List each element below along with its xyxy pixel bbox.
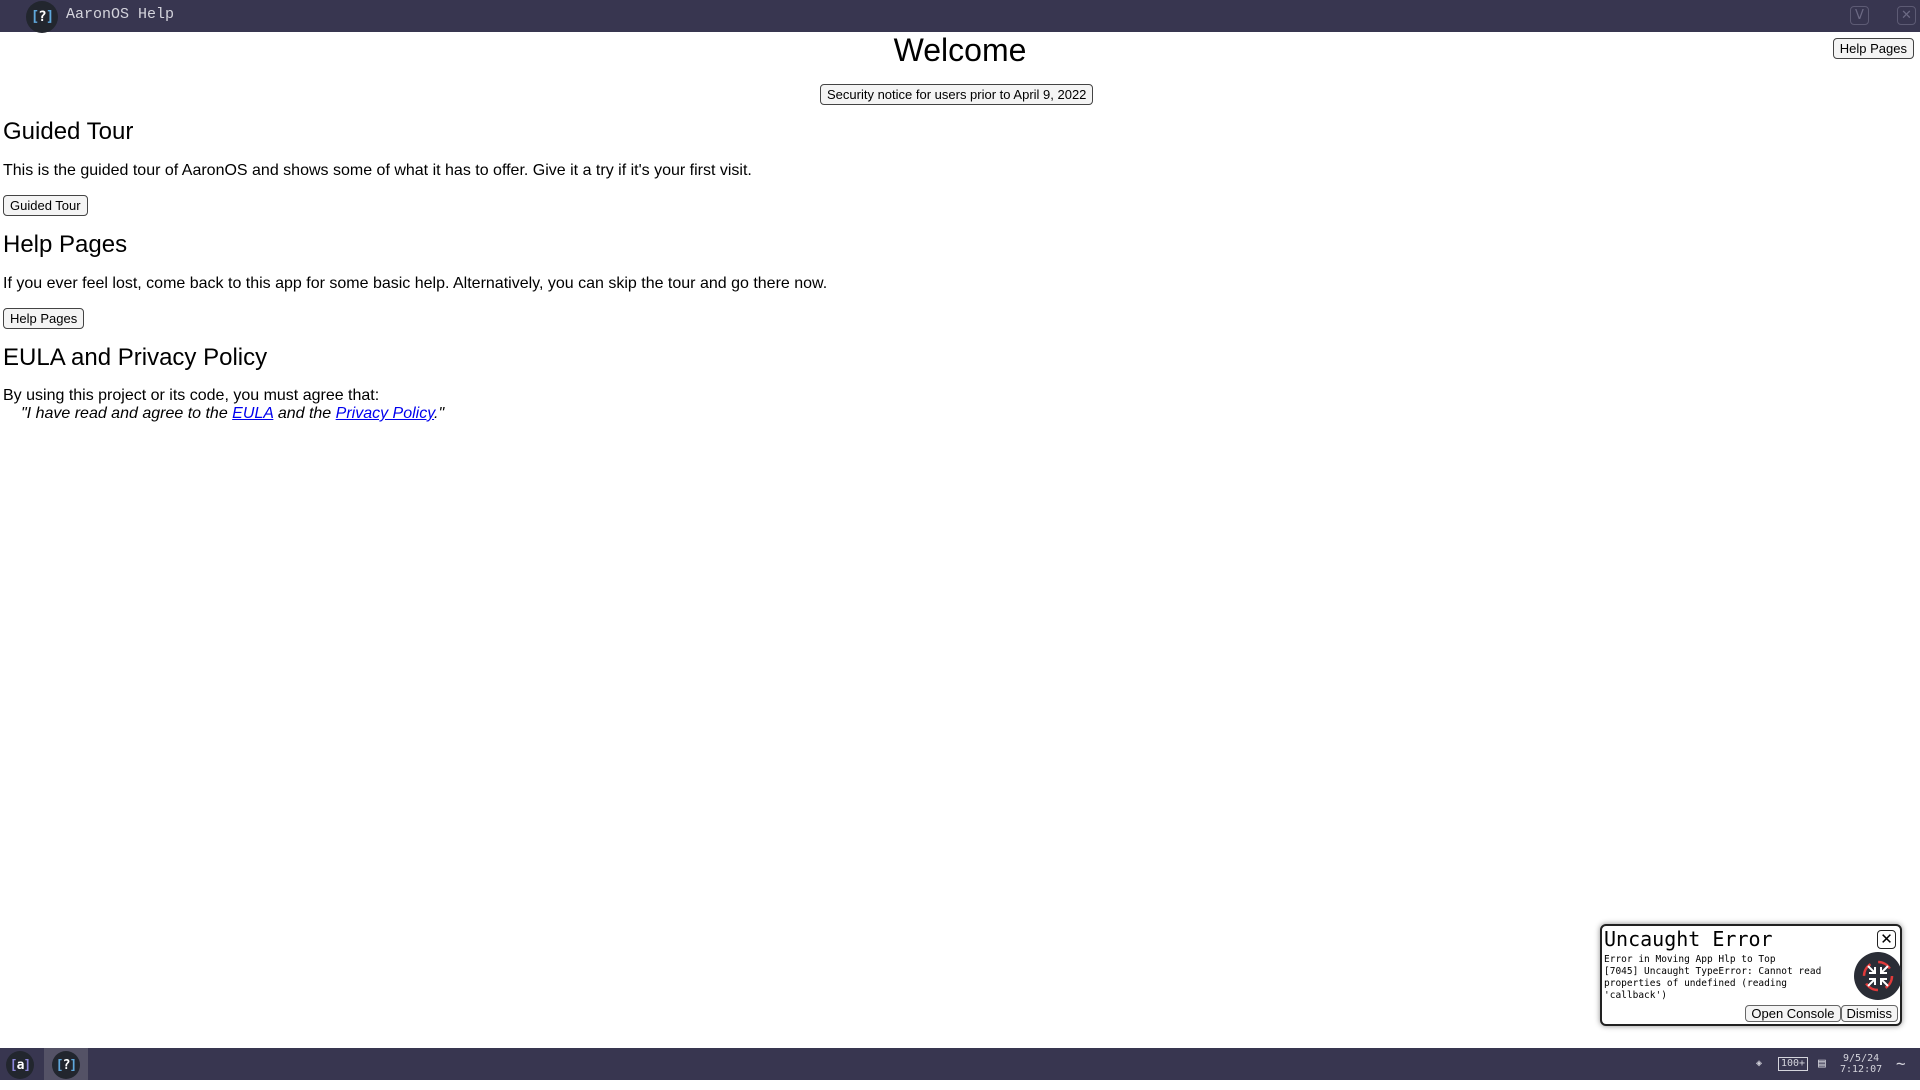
chevron-down-icon: V <box>1855 8 1864 23</box>
wifi-icon[interactable]: ◈ <box>1756 1058 1762 1090</box>
section-heading: Help Pages <box>3 231 128 258</box>
close-icon: ✕ <box>1880 930 1893 948</box>
clock[interactable]: 9/5/24 7:12:07 <box>1840 1053 1882 1085</box>
taskbar: [a] [?] ◈ 100+ ▤ 9/5/24 7:12:07 ~ <box>0 1048 1920 1080</box>
dashboard-button[interactable]: [a] <box>6 1051 34 1079</box>
close-notification-button[interactable]: ✕ <box>1877 930 1896 949</box>
close-icon: ✕ <box>1901 8 1912 23</box>
minimize-button[interactable]: V <box>1850 6 1869 25</box>
section-heading: Guided Tour <box>3 118 134 145</box>
section-text: If you ever feel lost, come back to this… <box>3 275 828 292</box>
error-message: Error in Moving App Hlp to Top [7045] Un… <box>1604 954 1822 1001</box>
window-titlebar[interactable]: [?] AaronOS Help V ✕ <box>0 0 1920 33</box>
window-title: AaronOS Help <box>66 6 175 23</box>
section-heading: EULA and Privacy Policy <box>3 344 268 371</box>
error-title: Uncaught Error <box>1604 927 1773 951</box>
dismiss-button[interactable]: Dismiss <box>1840 1005 1898 1022</box>
flow-mode-icon[interactable]: ~ <box>1896 1054 1906 1086</box>
security-notice-button[interactable]: Security notice for users prior to April… <box>820 84 1094 105</box>
page-title: Welcome <box>893 32 1027 68</box>
help-pages-top-button[interactable]: Help Pages <box>1832 38 1914 59</box>
guided-tour-button[interactable]: Guided Tour <box>3 195 88 216</box>
help-pages-section: Help Pages If you ever feel lost, come b… <box>3 231 827 329</box>
notifications-icon[interactable]: ▤ <box>1818 1056 1826 1088</box>
section-text: This is the guided tour of AaronOS and s… <box>3 162 752 179</box>
agreement-quote: "I have read and agree to the EULA and t… <box>21 405 445 422</box>
clock-time: 7:12:07 <box>1840 1064 1883 1075</box>
section-text: By using this project or its code, you m… <box>3 387 380 404</box>
battery-indicator[interactable]: 100+ <box>1778 1057 1809 1071</box>
error-notification: Uncaught Error ✕ Error in Moving App Hlp… <box>1600 924 1902 1026</box>
close-window-button[interactable]: ✕ <box>1897 6 1916 25</box>
guided-tour-section: Guided Tour This is the guided tour of A… <box>3 118 752 216</box>
taskbar-item-help[interactable]: [?] <box>52 1051 80 1079</box>
open-console-button[interactable]: Open Console <box>1745 1005 1841 1022</box>
privacy-policy-link[interactable]: Privacy Policy <box>336 405 434 422</box>
help-pages-button[interactable]: Help Pages <box>3 308 85 329</box>
app-content: Welcome Help Pages Security notice for u… <box>0 32 1920 1048</box>
help-app-icon[interactable]: [?] <box>26 1 58 33</box>
clock-date: 9/5/24 <box>1843 1053 1880 1064</box>
eula-link[interactable]: EULA <box>232 405 273 422</box>
eula-section: EULA and Privacy Policy By using this pr… <box>3 344 444 422</box>
minimize-arrows-icon <box>1854 952 1902 1000</box>
